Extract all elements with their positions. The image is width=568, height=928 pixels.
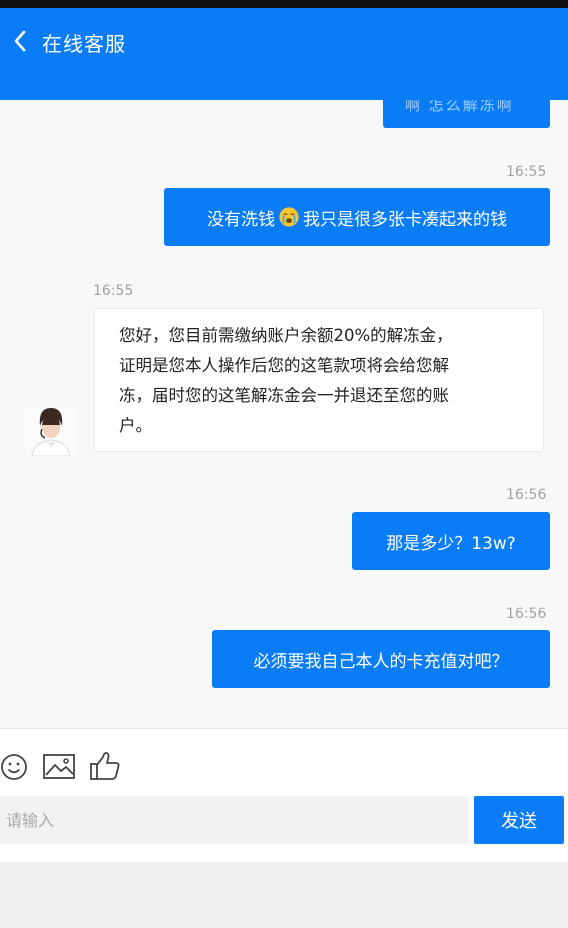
thumbs-up-icon — [90, 752, 120, 780]
message-timestamp: 16:56 — [506, 487, 547, 503]
chat-header: 在线客服 — [0, 8, 568, 100]
chat-toolbar — [0, 729, 568, 799]
message-input[interactable] — [0, 796, 468, 844]
message-timestamp: 16:55 — [506, 164, 547, 180]
message-bubble-outgoing: 没有洗钱 我只是很多张卡凑起来的钱 — [164, 188, 550, 246]
smiley-icon — [1, 754, 27, 780]
message-line: 证明是您本人操作后您的这笔款项将会给您解 — [119, 356, 449, 375]
bottom-area — [0, 862, 568, 928]
back-button[interactable] — [8, 27, 32, 55]
like-button[interactable] — [88, 749, 122, 783]
message-bubble-outgoing: 那是多少？13w? — [352, 512, 550, 570]
page-title: 在线客服 — [42, 32, 126, 56]
message-text: 啊 怎么解冻啊 — [405, 100, 514, 114]
message-list[interactable]: 啊 怎么解冻啊 16:55 没有洗钱 我只是很多张卡凑起来的钱 16:55 您好… — [0, 100, 568, 728]
crying-face-emoji — [279, 207, 299, 227]
composer: 发送 — [0, 796, 568, 846]
message-text: 没有洗钱 — [207, 209, 275, 230]
message-bubble-incoming: 您好，您目前需缴纳账户余额20%的解冻金， 证明是您本人操作后您的这笔款项将会给… — [94, 308, 544, 452]
message-text: 必须要我自己本人的卡充值对吧？ — [253, 651, 509, 672]
emoji-button[interactable] — [0, 749, 34, 783]
send-button[interactable]: 发送 — [474, 796, 564, 844]
message-line: 冻，届时您的这笔解冻金会一并退还至您的账 — [119, 386, 449, 405]
chevron-left-icon — [14, 30, 26, 52]
message-timestamp: 16:56 — [506, 606, 547, 622]
image-icon — [43, 754, 75, 779]
message-line: 您好，您目前需缴纳账户余额20%的解冻金， — [119, 326, 453, 345]
image-button[interactable] — [42, 749, 76, 783]
message-line: 户。 — [119, 416, 152, 435]
agent-avatar — [26, 402, 76, 457]
status-bar — [0, 0, 568, 8]
message-text: 我只是很多张卡凑起来的钱 — [303, 209, 507, 230]
message-bubble-outgoing: 必须要我自己本人的卡充值对吧？ — [212, 630, 550, 688]
message-bubble-outgoing: 啊 怎么解冻啊 — [383, 100, 550, 128]
message-text: 那是多少？13w? — [386, 533, 516, 554]
bottom-spacer — [0, 846, 568, 862]
message-timestamp: 16:55 — [93, 283, 134, 299]
